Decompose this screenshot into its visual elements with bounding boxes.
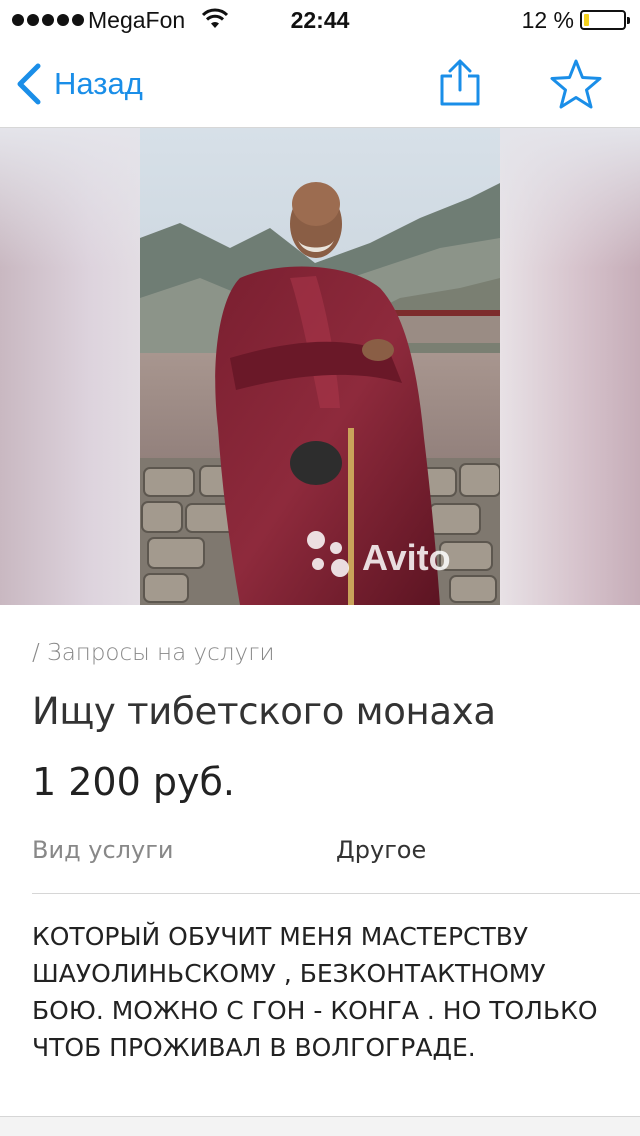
listing-title: Ищу тибетского монаха — [32, 690, 496, 733]
chevron-left-icon — [17, 63, 41, 105]
listing-photo-gallery[interactable]: Avito — [0, 128, 640, 605]
share-icon[interactable] — [436, 58, 484, 108]
bottom-strip — [0, 1117, 640, 1136]
status-bar: MegaFon 22:44 12 % — [0, 0, 640, 40]
param-value-service-type: Другое — [336, 836, 427, 864]
star-icon[interactable] — [548, 58, 604, 110]
back-button[interactable]: Назад — [14, 60, 143, 108]
battery-fill — [584, 14, 589, 26]
listing-photo: Avito — [140, 128, 500, 605]
battery-percent: 12 % — [521, 7, 574, 33]
back-button-label: Назад — [54, 66, 143, 101]
navigation-bar: Назад — [0, 40, 640, 128]
battery-icon — [580, 10, 630, 30]
listing-description: КОТОРЫЙ ОБУЧИТ МЕНЯ МАСТЕРСТВУ ШАУОЛИНЬС… — [32, 922, 598, 1062]
param-label-service-type: Вид услуги — [32, 836, 174, 864]
breadcrumb[interactable]: / Запросы на услуги — [32, 640, 275, 666]
divider — [32, 893, 640, 894]
listing-price: 1 200 руб. — [32, 760, 235, 804]
avito-watermark: Avito — [362, 537, 451, 578]
